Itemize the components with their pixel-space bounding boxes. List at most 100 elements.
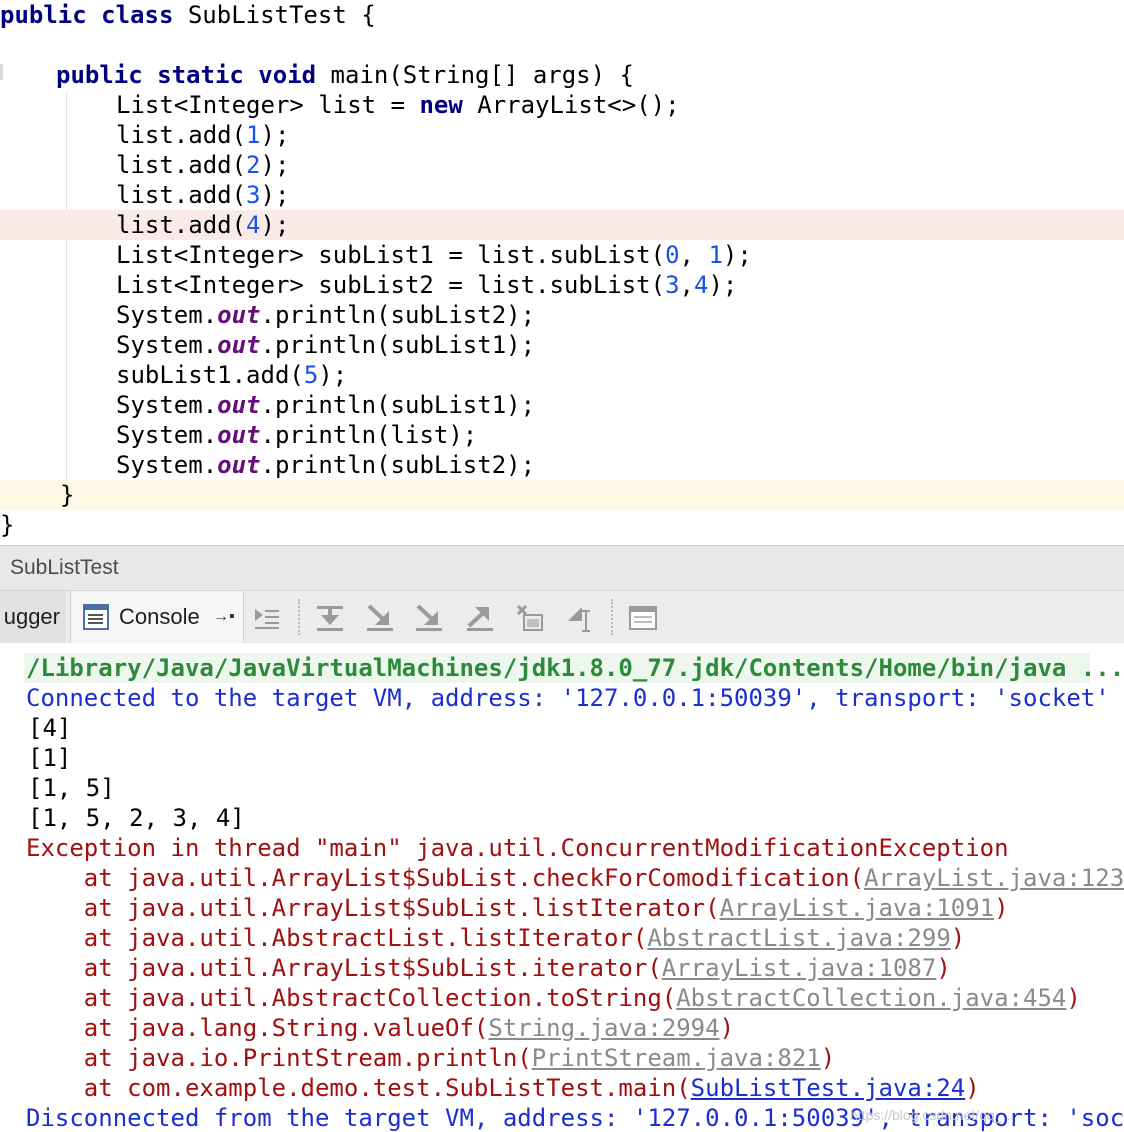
- code-text: subList1.add(: [116, 361, 304, 389]
- code-line[interactable]: List<Integer> subList2 = list.subList(3,…: [0, 270, 1124, 300]
- tab-console[interactable]: Console →▪: [70, 591, 244, 643]
- code-line-highlighted[interactable]: list.add(4);: [0, 210, 1124, 240]
- static-field: out: [217, 391, 261, 419]
- run-window-toolbar: ugger Console →▪: [0, 590, 1124, 644]
- toolbar-separator: [298, 599, 301, 635]
- tab-debugger[interactable]: ugger: [0, 591, 66, 643]
- code-text: list.add(: [116, 181, 247, 209]
- code-text: SubListTest {: [173, 1, 376, 29]
- number-literal: 3: [665, 271, 680, 299]
- stack-trace-line: at java.lang.String.valueOf(String.java:…: [26, 1013, 734, 1043]
- stack-trace-line: at java.util.ArrayList$SubList.checkForC…: [26, 863, 1124, 893]
- code-line[interactable]: List<Integer> subList1 = list.subList(0,…: [0, 240, 1124, 270]
- code-text: System.: [116, 391, 218, 419]
- connected-message: Connected to the target VM, address: '12…: [26, 684, 1110, 712]
- code-line[interactable]: System.out.println(subList1);: [0, 390, 1124, 420]
- source-link[interactable]: ArrayList.java:1231: [864, 864, 1124, 892]
- run-to-cursor-icon[interactable]: [565, 603, 595, 633]
- run-configuration-title: SubListTest: [10, 556, 119, 579]
- stack-frame-text: ): [936, 954, 951, 982]
- static-field: out: [217, 331, 261, 359]
- source-link[interactable]: AbstractCollection.java:454: [676, 984, 1066, 1012]
- drop-frame-icon[interactable]: [515, 603, 545, 633]
- stack-frame-text: ): [994, 894, 1009, 922]
- code-text: main(String[] args) {: [316, 61, 634, 89]
- static-field: out: [217, 421, 261, 449]
- code-editor[interactable]: public class SubListTest { public static…: [0, 0, 1124, 545]
- number-literal: 3: [246, 181, 261, 209]
- step-into-icon[interactable]: [365, 603, 395, 633]
- source-link[interactable]: PrintStream.java:821: [532, 1044, 821, 1072]
- stack-frame-text: ): [950, 924, 966, 952]
- console-icon: [83, 604, 109, 630]
- stack-frame-text: at java.util.ArrayList$SubList.iterator(: [26, 954, 662, 982]
- stack-frame-text: ): [965, 1074, 980, 1102]
- source-link[interactable]: ArrayList.java:1091: [720, 894, 995, 922]
- code-text: );: [722, 241, 752, 269]
- number-literal: 5: [303, 361, 319, 389]
- output-line: [1, 5]: [28, 774, 115, 802]
- code-text: .println(subList1);: [260, 331, 536, 359]
- code-text: .println(subList2);: [260, 451, 536, 479]
- stack-frame-text: ): [1066, 984, 1081, 1012]
- step-over-icon[interactable]: [315, 603, 345, 633]
- stack-trace-line: at java.util.AbstractList.listIterator(A…: [26, 923, 965, 953]
- stack-frame-text: ): [820, 1044, 836, 1072]
- code-line[interactable]: List<Integer> list = new ArrayList<>();: [0, 90, 1124, 120]
- source-link[interactable]: SubListTest.java:24: [691, 1074, 966, 1102]
- evaluate-expression-icon[interactable]: [628, 603, 658, 633]
- stack-frame-text: at java.util.AbstractList.listIterator(: [26, 924, 648, 952]
- code-text: ,: [679, 271, 694, 299]
- code-line[interactable]: list.add(3);: [0, 180, 1124, 210]
- watermark: https://blog.csdn.net/qq_...: [850, 1107, 1015, 1123]
- number-literal: 0: [665, 241, 680, 269]
- stack-trace-line: at com.example.demo.test.SubListTest.mai…: [26, 1073, 980, 1103]
- pin-tab-icon[interactable]: →▪: [213, 591, 235, 643]
- code-text: list.add(: [116, 211, 247, 239]
- code-line[interactable]: subList1.add(5);: [0, 360, 1124, 390]
- output-line: [4]: [28, 714, 72, 742]
- code-line[interactable]: System.out.println(subList1);: [0, 330, 1124, 360]
- code-text: .println(subList2);: [260, 301, 536, 329]
- code-text: );: [260, 121, 290, 149]
- number-literal: 1: [708, 241, 723, 269]
- code-line[interactable]: System.out.println(subList2);: [0, 450, 1124, 480]
- code-line[interactable]: public static void main(String[] args) {: [0, 60, 1124, 90]
- tab-console-label: Console: [119, 604, 200, 629]
- code-text: List<Integer> list =: [116, 91, 420, 119]
- keyword: new: [419, 91, 463, 119]
- code-text: .println(list);: [260, 421, 478, 449]
- stack-trace-line: at java.util.ArrayList$SubList.iterator(…: [26, 953, 951, 983]
- command-line[interactable]: /Library/Java/JavaVirtualMachines/jdk1.8…: [26, 653, 1124, 683]
- code-line[interactable]: list.add(1);: [0, 120, 1124, 150]
- code-text: );: [260, 151, 290, 179]
- source-link[interactable]: String.java:2994: [488, 1014, 719, 1042]
- step-out-icon[interactable]: [465, 603, 495, 633]
- code-text: System.: [116, 331, 218, 359]
- exception-header: Exception in thread "main" java.util.Con…: [26, 834, 1009, 862]
- code-line[interactable]: public class SubListTest {: [0, 0, 1124, 30]
- console-output[interactable]: /Library/Java/JavaVirtualMachines/jdk1.8…: [0, 643, 1124, 1132]
- code-text: );: [260, 181, 290, 209]
- code-text: ,: [679, 241, 709, 269]
- number-literal: 1: [246, 121, 261, 149]
- show-execution-point-icon[interactable]: [252, 603, 282, 633]
- source-link[interactable]: ArrayList.java:1087: [662, 954, 937, 982]
- code-text: );: [260, 211, 290, 239]
- source-link[interactable]: AbstractList.java:299: [647, 924, 950, 952]
- stack-frame-text: at java.util.AbstractCollection.toString…: [26, 984, 677, 1012]
- code-line[interactable]: System.out.println(subList2);: [0, 300, 1124, 330]
- static-field: out: [217, 301, 261, 329]
- code-text: );: [318, 361, 348, 389]
- code-line-caret[interactable]: }: [0, 480, 1124, 510]
- force-step-into-icon[interactable]: [414, 603, 444, 633]
- code-text: ArrayList<>();: [462, 91, 680, 119]
- code-line[interactable]: }: [0, 510, 1124, 540]
- run-window-title-bar: SubListTest: [0, 545, 1124, 591]
- code-line[interactable]: list.add(2);: [0, 150, 1124, 180]
- stack-trace-line: at java.io.PrintStream.println(PrintStre…: [26, 1043, 835, 1073]
- code-text: System.: [116, 301, 218, 329]
- code-line[interactable]: System.out.println(list);: [0, 420, 1124, 450]
- stack-frame-text: ): [719, 1014, 735, 1042]
- number-literal: 4: [693, 271, 709, 299]
